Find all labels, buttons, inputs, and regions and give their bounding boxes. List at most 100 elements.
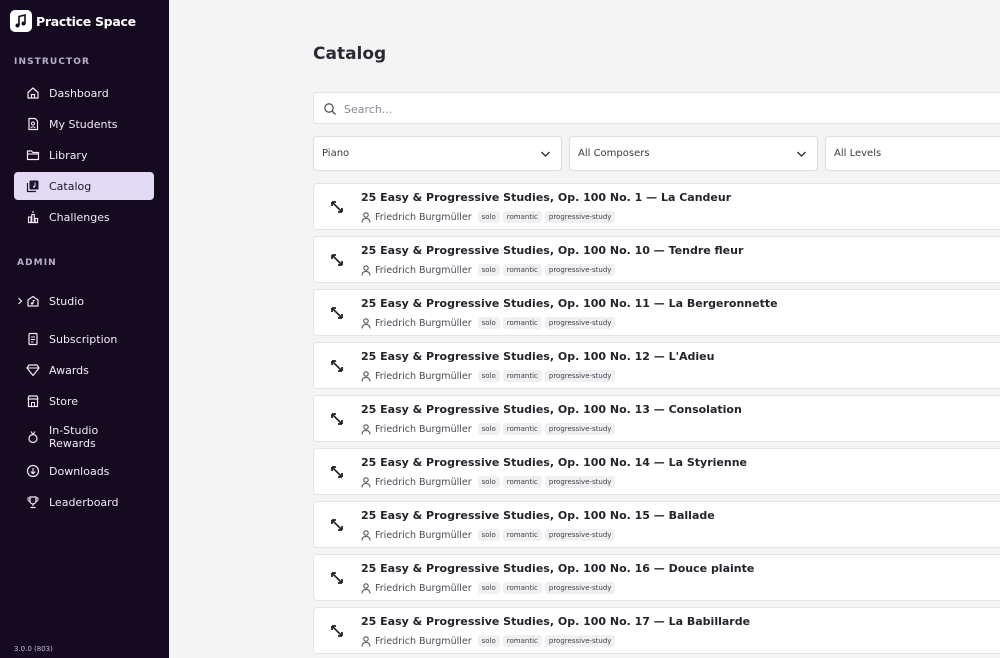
tag-badge: romantic — [502, 264, 542, 276]
sidebar-item-label: Awards — [49, 363, 89, 377]
tag-badge: solo — [477, 582, 500, 594]
piece-title: 25 Easy & Progressive Studies, Op. 100 N… — [361, 350, 715, 363]
sidebar-item-label: Dashboard — [49, 86, 109, 100]
sidebar-item-awards[interactable]: Awards — [14, 356, 154, 384]
sidebar-item-store[interactable]: Store — [14, 387, 154, 415]
sidebar-item-downloads[interactable]: Downloads — [14, 457, 154, 485]
piece-meta: Friedrich Burgmüller solo romantic progress… — [361, 422, 618, 436]
sidebar-item-library[interactable]: Library — [14, 141, 154, 169]
piece-title: 25 Easy & Progressive Studies, Op. 100 N… — [361, 403, 742, 416]
page-title: Catalog — [313, 44, 387, 64]
chevron-down-icon — [797, 151, 806, 157]
sidebar-item-label: Challenges — [49, 210, 110, 224]
expand-icon[interactable] — [329, 623, 345, 639]
tag-badge: progressive-study — [544, 529, 616, 541]
instructor-section-label: INSTRUCTOR — [14, 57, 91, 67]
tag-badge: solo — [477, 423, 500, 435]
brand[interactable]: Practice Space — [10, 10, 136, 32]
composer-name: Friedrich Burgmüller — [375, 370, 472, 382]
person-icon — [361, 264, 371, 276]
tag-badge: progressive-study — [544, 635, 616, 647]
sidebar-item-catalog[interactable]: Catalog — [14, 172, 154, 200]
app-name: Practice Space — [36, 13, 136, 29]
search-input[interactable] — [344, 99, 944, 119]
catalog-row[interactable]: 25 Easy & Progressive Studies, Op. 100 N… — [313, 448, 1000, 495]
sidebar-item-label: Studio — [49, 294, 85, 308]
tag-badge: progressive-study — [544, 476, 616, 488]
expand-icon[interactable] — [329, 464, 345, 480]
piece-title: 25 Easy & Progressive Studies, Op. 100 N… — [361, 191, 732, 204]
instrument-select[interactable]: Piano — [313, 136, 562, 171]
tag-badge: solo — [477, 211, 500, 223]
composer-name: Friedrich Burgmüller — [375, 529, 472, 541]
sidebar-item-studio[interactable]: Studio — [14, 287, 154, 315]
catalog-row[interactable]: 25 Easy & Progressive Studies, Op. 100 N… — [313, 342, 1000, 389]
students-icon — [28, 117, 39, 131]
sidebar-item-dashboard[interactable]: Dashboard — [14, 79, 154, 107]
person-icon — [361, 423, 371, 435]
sidebar-item-leaderboard[interactable]: Leaderboard — [14, 488, 154, 516]
piece-meta: Friedrich Burgmüller solo romantic progress… — [361, 210, 618, 224]
piece-meta: Friedrich Burgmüller solo romantic progress… — [361, 634, 618, 648]
expand-icon[interactable] — [329, 517, 345, 533]
composer-select[interactable]: All Composers — [569, 136, 818, 171]
home-icon — [27, 87, 39, 99]
composer-name: Friedrich Burgmüller — [375, 423, 472, 435]
catalog-icon — [26, 180, 39, 193]
composer-select-value: All Composers — [578, 148, 650, 159]
tag-badge: romantic — [502, 582, 542, 594]
person-icon — [361, 370, 371, 382]
challenges-icon — [27, 211, 39, 224]
tag-badge: romantic — [502, 635, 542, 647]
expand-icon[interactable] — [329, 305, 345, 321]
music-note-logo-icon — [10, 10, 32, 32]
person-icon — [361, 529, 371, 541]
piece-title: 25 Easy & Progressive Studies, Op. 100 N… — [361, 297, 778, 310]
composer-name: Friedrich Burgmüller — [375, 635, 472, 647]
catalog-row[interactable]: 25 Easy & Progressive Studies, Op. 100 N… — [313, 554, 1000, 601]
studio-icon — [27, 295, 39, 307]
catalog-row[interactable]: 25 Easy & Progressive Studies, Op. 100 N… — [313, 289, 1000, 336]
person-icon — [361, 582, 371, 594]
expand-icon[interactable] — [329, 358, 345, 374]
tag-badge: romantic — [502, 476, 542, 488]
expand-icon[interactable] — [329, 199, 345, 215]
tag-badge: solo — [477, 476, 500, 488]
awards-icon — [26, 364, 40, 377]
person-icon — [361, 211, 371, 223]
catalog-row[interactable]: 25 Easy & Progressive Studies, Op. 100 N… — [313, 607, 1000, 654]
catalog-row[interactable]: 25 Easy & Progressive Studies, Op. 100 N… — [313, 501, 1000, 548]
piece-title: 25 Easy & Progressive Studies, Op. 100 N… — [361, 615, 751, 628]
sidebar-item-my-students[interactable]: My Students — [14, 110, 154, 138]
piece-meta: Friedrich Burgmüller solo romantic progress… — [361, 528, 618, 542]
trophy-icon — [27, 496, 39, 509]
sidebar-item-in-studio-rewards[interactable]: In-Studio Rewards — [14, 422, 154, 452]
downloads-icon — [26, 464, 40, 478]
tag-badge: romantic — [502, 370, 542, 382]
composer-name: Friedrich Burgmüller — [375, 211, 472, 223]
search-bar[interactable] — [313, 92, 1000, 124]
app-version: 3.0.0 (803) — [14, 645, 53, 653]
tag-badge: progressive-study — [544, 211, 616, 223]
sidebar-item-subscription[interactable]: Subscription — [14, 325, 154, 353]
level-select[interactable]: All Levels — [825, 136, 1000, 171]
sidebar-item-label: My Students — [49, 117, 118, 131]
tag-badge: progressive-study — [544, 423, 616, 435]
expand-icon[interactable] — [329, 411, 345, 427]
expand-icon[interactable] — [329, 570, 345, 586]
person-icon — [361, 635, 371, 647]
chevron-right-icon[interactable] — [16, 296, 24, 306]
subscription-icon — [28, 332, 38, 346]
catalog-row[interactable]: 25 Easy & Progressive Studies, Op. 100 N… — [313, 236, 1000, 283]
tag-badge: solo — [477, 370, 500, 382]
expand-icon[interactable] — [329, 252, 345, 268]
piece-title: 25 Easy & Progressive Studies, Op. 100 N… — [361, 244, 744, 257]
tag-badge: solo — [477, 317, 500, 329]
catalog-row[interactable]: 25 Easy & Progressive Studies, Op. 100 N… — [313, 395, 1000, 442]
search-icon — [324, 103, 336, 115]
sidebar-item-challenges[interactable]: Challenges — [14, 203, 154, 231]
piece-meta: Friedrich Burgmüller solo romantic progress… — [361, 475, 618, 489]
main-content: Catalog Piano All Composers All Levels 2… — [169, 0, 1000, 658]
piece-title: 25 Easy & Progressive Studies, Op. 100 N… — [361, 562, 755, 575]
catalog-row[interactable]: 25 Easy & Progressive Studies, Op. 100 N… — [313, 183, 1000, 230]
